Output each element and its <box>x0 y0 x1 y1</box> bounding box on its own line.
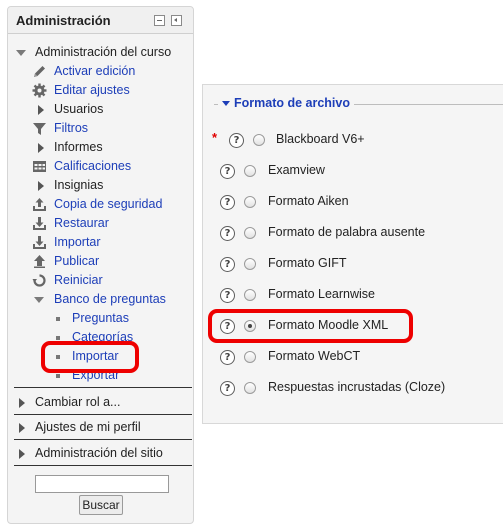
format-option-learnwise[interactable]: ? Formato Learnwise <box>212 285 472 307</box>
expand-arrow-icon <box>19 398 25 408</box>
format-radio[interactable] <box>244 382 256 394</box>
nav-item-label: Usuarios <box>54 102 104 116</box>
collapse-arrow-icon <box>34 297 44 303</box>
course-admin-label: Administración del curso <box>35 45 172 59</box>
format-option-label: Formato de palabra ausente <box>268 225 426 239</box>
nav-item-label[interactable]: Categorías <box>72 328 133 347</box>
nav-item-label: Cambiar rol a... <box>35 395 121 409</box>
block-header: Administración <box>8 7 193 34</box>
format-radio[interactable] <box>244 258 256 270</box>
expand-arrow-icon <box>19 423 25 433</box>
administration-block: Administración Administración del curso … <box>7 6 194 524</box>
divider <box>14 439 192 440</box>
bullet-icon <box>56 317 60 321</box>
legend-label: Formato de archivo <box>234 96 350 110</box>
format-option-label: Formato WebCT <box>268 349 361 363</box>
format-radio-selected[interactable] <box>244 320 256 332</box>
nav-item-label[interactable]: Copia de seguridad <box>54 195 162 214</box>
grades-table-icon <box>33 161 46 172</box>
format-option-label: Formato Learnwise <box>268 287 375 301</box>
nav-item-label[interactable]: Importar <box>72 347 119 366</box>
divider <box>14 387 192 388</box>
block-title: Administración <box>16 13 111 28</box>
nav-item-label[interactable]: Exportar <box>72 366 119 385</box>
nav-item-label[interactable]: Editar ajustes <box>54 81 130 100</box>
required-mark: * <box>212 130 218 145</box>
format-option-webct[interactable]: ? Formato WebCT <box>212 347 472 369</box>
format-option-aiken[interactable]: ? Formato Aiken <box>212 192 472 214</box>
nav-item-label: Insignias <box>54 178 104 192</box>
format-option-label: Formato GIFT <box>268 256 347 270</box>
format-option-label: Examview <box>268 163 325 177</box>
format-option-cloze[interactable]: ? Respuestas incrustadas (Cloze) <box>212 378 492 400</box>
format-option-moodle-xml[interactable]: ? Formato Moodle XML <box>212 316 472 338</box>
gear-icon <box>32 83 47 98</box>
format-option-gift[interactable]: ? Formato GIFT <box>212 254 472 276</box>
pencil-icon <box>34 66 45 77</box>
format-option-label: Formato Aiken <box>268 194 349 208</box>
format-radio[interactable] <box>244 289 256 301</box>
format-option-label: Respuestas incrustadas (Cloze) <box>268 380 446 394</box>
help-icon[interactable]: ? <box>229 133 244 148</box>
help-icon[interactable]: ? <box>220 350 235 365</box>
format-option-label: Formato Moodle XML <box>268 318 389 332</box>
backup-upload-icon <box>33 198 46 211</box>
expand-arrow-icon <box>38 105 44 115</box>
minimize-block-icon[interactable] <box>154 15 165 26</box>
format-radio[interactable] <box>244 351 256 363</box>
format-option-blackboard[interactable]: * ? Blackboard V6+ <box>212 130 472 152</box>
bullet-icon <box>56 355 60 359</box>
expand-arrow-icon <box>38 181 44 191</box>
reset-icon <box>32 274 46 287</box>
help-icon[interactable]: ? <box>220 381 235 396</box>
collapse-arrow-icon <box>16 50 26 56</box>
nav-item-label[interactable]: Importar <box>54 233 101 252</box>
help-icon[interactable]: ? <box>220 226 235 241</box>
file-format-legend[interactable]: Formato de archivo <box>218 96 354 110</box>
format-radio[interactable] <box>244 196 256 208</box>
nav-item-label: Administración del sitio <box>35 446 163 460</box>
nav-item-label[interactable]: Restaurar <box>54 214 109 233</box>
nav-item-label[interactable]: Publicar <box>54 252 99 271</box>
publish-icon <box>34 255 45 268</box>
restore-download-icon <box>33 217 46 230</box>
nav-item-label[interactable]: Calificaciones <box>54 157 131 176</box>
course-admin-node[interactable]: Administración del curso <box>8 43 193 62</box>
nav-item-label[interactable]: Preguntas <box>72 309 129 328</box>
format-radio[interactable] <box>244 165 256 177</box>
help-icon[interactable]: ? <box>220 195 235 210</box>
expand-arrow-icon <box>19 449 25 459</box>
help-icon[interactable]: ? <box>220 288 235 303</box>
search-button[interactable]: Buscar <box>79 495 123 515</box>
nav-item-label[interactable]: Banco de preguntas <box>54 290 166 309</box>
bullet-icon <box>56 374 60 378</box>
help-icon[interactable]: ? <box>220 319 235 334</box>
import-icon <box>33 236 46 249</box>
nav-item-label: Ajustes de mi perfil <box>35 420 141 434</box>
dock-block-icon[interactable] <box>171 15 182 26</box>
bullet-icon <box>56 336 60 340</box>
nav-item-label[interactable]: Activar edición <box>54 62 135 81</box>
filter-icon <box>33 123 46 135</box>
format-option-label: Blackboard V6+ <box>276 132 365 146</box>
format-radio[interactable] <box>244 227 256 239</box>
collapse-arrow-icon <box>222 101 230 107</box>
nav-item-label[interactable]: Reiniciar <box>54 271 103 290</box>
nav-item-label: Informes <box>54 140 103 154</box>
help-icon[interactable]: ? <box>220 164 235 179</box>
nav-item-label[interactable]: Filtros <box>54 119 88 138</box>
format-option-examview[interactable]: ? Examview <box>212 161 472 183</box>
divider <box>14 465 192 466</box>
expand-arrow-icon <box>38 143 44 153</box>
format-radio[interactable] <box>253 134 265 146</box>
format-option-palabra-ausente[interactable]: ? Formato de palabra ausente <box>212 223 472 245</box>
divider <box>14 414 192 415</box>
help-icon[interactable]: ? <box>220 257 235 272</box>
admin-search-input[interactable] <box>35 475 169 493</box>
